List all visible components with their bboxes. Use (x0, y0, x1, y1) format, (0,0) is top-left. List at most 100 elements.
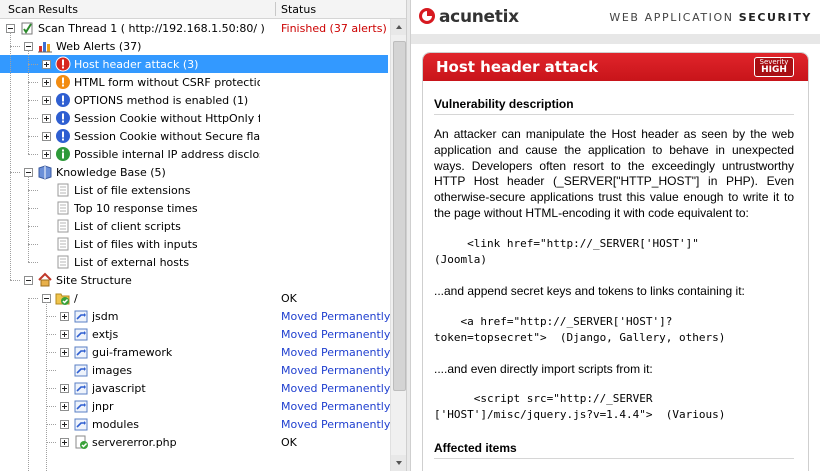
expand-icon[interactable] (42, 96, 51, 105)
tree-connector-line (28, 190, 38, 191)
tree-row-status: Moved Permanently (281, 346, 390, 359)
tree-row[interactable]: modules Moved Permanently (0, 415, 390, 433)
tree-row[interactable]: List of client scripts (0, 217, 388, 235)
severity-badge: Severity HIGH (754, 57, 794, 77)
column-header-status[interactable]: Status (281, 3, 316, 16)
alert-card: Host header attack Severity HIGH Vulnera… (422, 52, 809, 471)
tree-row[interactable]: / OK (0, 289, 388, 307)
expand-icon[interactable] (60, 438, 69, 447)
collapse-icon[interactable] (24, 276, 33, 285)
tree-row[interactable]: Site Structure (0, 271, 388, 289)
folder-redirect-icon (73, 416, 89, 432)
tree-row-label: Web Alerts (37) (56, 40, 142, 53)
header-band (411, 34, 820, 44)
tree-row-label: modules (92, 418, 139, 431)
tree-connector-line (28, 100, 38, 101)
tree-connector-line (28, 136, 38, 137)
tree-connector-line (28, 226, 38, 227)
vulnerability-description-heading: Vulnerability description (434, 97, 794, 115)
tree-row[interactable]: javascript Moved Permanently (0, 379, 390, 397)
acunetix-logo: acunetix (417, 7, 519, 27)
alert-medium-icon (55, 74, 71, 90)
expand-icon[interactable] (60, 384, 69, 393)
document-icon (55, 218, 71, 234)
tree-row-status: Moved Permanently (281, 310, 390, 323)
alert-low-icon (55, 128, 71, 144)
tree-row-label: Possible internal IP address disclosure … (74, 148, 260, 161)
alert-detail-pane: acunetix WEB APPLICATION SECURITY Host h… (411, 0, 820, 471)
expand-icon[interactable] (60, 312, 69, 321)
severity-value: HIGH (761, 65, 787, 75)
tree-row[interactable]: Top 10 response times (0, 199, 388, 217)
tree-row-label: Session Cookie without HttpOnly flag set… (74, 112, 260, 125)
column-separator[interactable] (275, 2, 276, 16)
tree-row[interactable]: List of external hosts (0, 253, 388, 271)
alert-info-icon (55, 146, 71, 162)
tree-connector-line (28, 298, 38, 299)
file-ok-icon (73, 434, 89, 450)
tree-row-status: Moved Permanently (281, 418, 390, 431)
expand-icon[interactable] (42, 60, 51, 69)
web-alerts-chart-icon (37, 38, 53, 54)
tree-row-label: servererror.php (92, 436, 177, 449)
tree-guide-line (46, 302, 47, 471)
tree-row-label: jnpr (92, 400, 114, 413)
tree-row-label: List of files with inputs (74, 238, 198, 251)
scroll-down-button[interactable] (391, 455, 407, 471)
document-icon (55, 254, 71, 270)
expand-icon[interactable] (42, 150, 51, 159)
tree-row[interactable]: Knowledge Base (5) (0, 163, 388, 181)
tree-row[interactable]: Session Cookie without HttpOnly flag set… (0, 109, 388, 127)
tree-row[interactable]: extjs Moved Permanently (0, 325, 390, 343)
scroll-up-button[interactable] (391, 19, 407, 35)
expand-icon[interactable] (42, 114, 51, 123)
tree-connector-line (46, 442, 56, 443)
tree-row-label: / (74, 292, 78, 305)
folder-redirect-icon (73, 326, 89, 342)
tree-row-status: Moved Permanently (281, 364, 390, 377)
tree-row[interactable]: Host header attack (3) (0, 55, 388, 73)
column-header-scan-results[interactable]: Scan Results (8, 3, 78, 16)
tree-connector-line (28, 64, 38, 65)
tree-row[interactable]: gui-framework Moved Permanently (0, 343, 390, 361)
vulnerability-description-text: An attacker can manipulate the Host head… (434, 127, 794, 220)
tree-connector-line (46, 352, 56, 353)
tree-scrollbar[interactable] (390, 19, 407, 471)
tree-row[interactable]: servererror.php OK (0, 433, 388, 451)
tree-row[interactable]: Possible internal IP address disclosure … (0, 145, 388, 163)
tree-guide-line (28, 50, 29, 154)
document-icon (55, 182, 71, 198)
tree-guide-line (28, 176, 29, 262)
tree-row[interactable]: Session Cookie without Secure flag set (… (0, 127, 388, 145)
report-header: acunetix WEB APPLICATION SECURITY (411, 0, 820, 34)
scrollbar-thumb[interactable] (393, 41, 406, 391)
tree-row-label: List of external hosts (74, 256, 190, 269)
expand-icon[interactable] (42, 132, 51, 141)
expand-icon[interactable] (42, 78, 51, 87)
expand-icon[interactable] (60, 420, 69, 429)
tree-row[interactable]: images Moved Permanently (0, 361, 390, 379)
tree-row[interactable]: jnpr Moved Permanently (0, 397, 390, 415)
tree-connector-line (10, 46, 20, 47)
tree-row[interactable]: List of files with inputs (0, 235, 388, 253)
tree-row[interactable]: OPTIONS method is enabled (1) (0, 91, 388, 109)
tree-row[interactable]: HTML form without CSRF protection (3) (0, 73, 388, 91)
knowledge-base-icon (37, 164, 53, 180)
tree-row-label: javascript (92, 382, 146, 395)
tree-row[interactable]: List of file extensions (0, 181, 388, 199)
tree-row[interactable]: Scan Thread 1 ( http://192.168.1.50:80/ … (0, 19, 388, 37)
expand-icon[interactable] (60, 348, 69, 357)
tree-row[interactable]: Web Alerts (37) (0, 37, 388, 55)
site-structure-icon (37, 272, 53, 288)
expand-icon[interactable] (60, 402, 69, 411)
tree-row[interactable]: jsdm Moved Permanently (0, 307, 390, 325)
alert-title: Host header attack (436, 58, 599, 76)
tree-row-status: OK (281, 292, 297, 305)
acunetix-logo-icon (419, 8, 435, 24)
tree-row-status: OK (281, 436, 297, 449)
tree-connector-line (28, 154, 38, 155)
tagline: WEB APPLICATION SECURITY (609, 11, 812, 24)
expand-icon[interactable] (60, 330, 69, 339)
tree-guide-line (10, 32, 11, 280)
tree-row-label: jsdm (92, 310, 119, 323)
